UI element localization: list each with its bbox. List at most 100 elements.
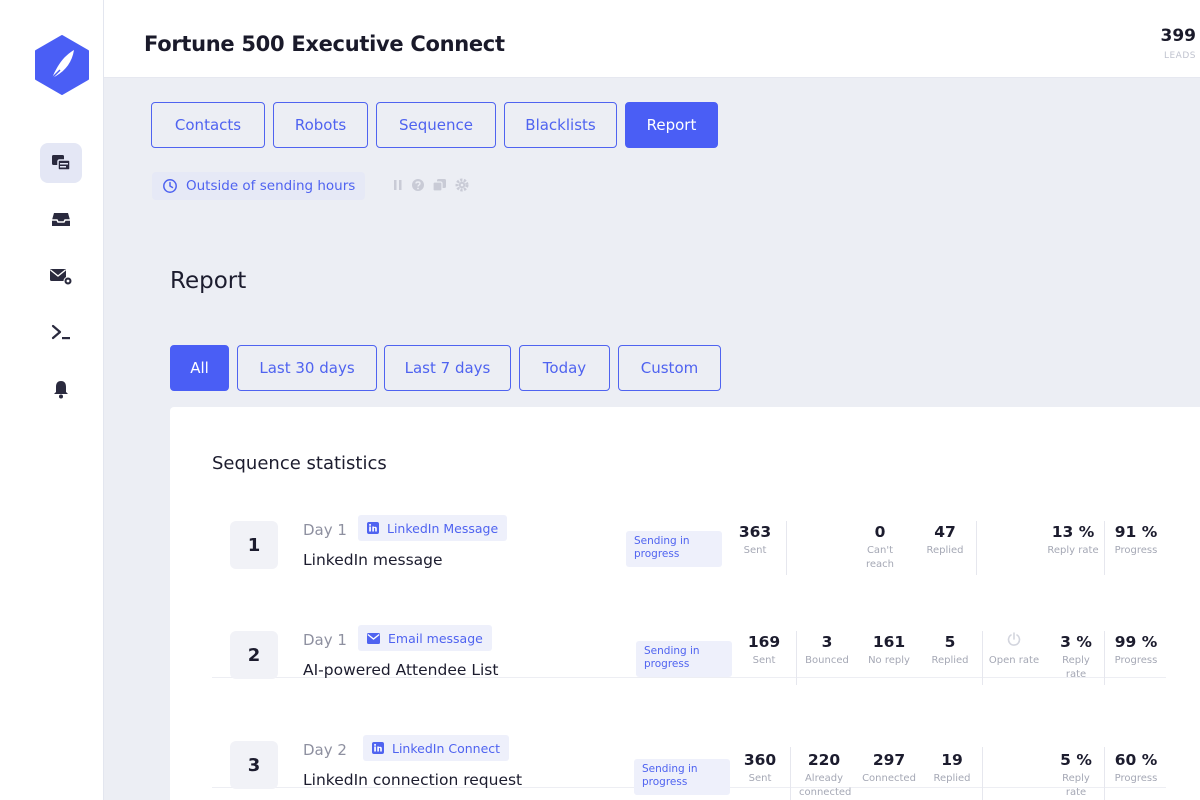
pause-icon[interactable] bbox=[392, 178, 404, 192]
filter-last-7-days[interactable]: Last 7 days bbox=[384, 345, 511, 391]
channel-label: LinkedIn Message bbox=[387, 520, 499, 536]
sequence-statistics-card: Sequence statistics 1 Day 1 LinkedIn Mes… bbox=[170, 407, 1200, 800]
filter-last-30-days[interactable]: Last 30 days bbox=[237, 345, 377, 391]
filter-custom[interactable]: Custom bbox=[618, 345, 721, 391]
stat-progress-value: 99 % bbox=[1114, 633, 1158, 651]
sidebar-item-terminal[interactable] bbox=[40, 312, 82, 352]
stat-sent: 363 Sent bbox=[726, 523, 784, 558]
linkedin-icon bbox=[367, 522, 379, 534]
stat-divider bbox=[1104, 747, 1105, 800]
logo-hexagon-icon bbox=[35, 35, 89, 95]
stat-reply-rate-value: 13 % bbox=[1051, 523, 1095, 541]
stat-divider bbox=[790, 747, 791, 800]
stat-progress-value: 60 % bbox=[1114, 751, 1158, 769]
stat-replied-label: Replied bbox=[931, 655, 969, 666]
stat-sent: 360 Sent bbox=[734, 751, 786, 786]
step-day: Day 2 bbox=[303, 741, 347, 759]
stat-sent: 169 Sent bbox=[738, 633, 790, 668]
tab-robots[interactable]: Robots bbox=[273, 102, 368, 148]
duplicate-icon[interactable] bbox=[432, 178, 448, 192]
status-badge: Sending in progress bbox=[636, 641, 732, 677]
tab-blacklists[interactable]: Blacklists bbox=[504, 102, 617, 148]
stat-divider bbox=[982, 631, 983, 685]
step-day: Day 1 bbox=[303, 521, 347, 539]
stat-replied-value: 5 bbox=[944, 633, 956, 651]
terminal-icon bbox=[51, 324, 70, 340]
stat-connected-label: Connected bbox=[862, 773, 916, 784]
app-logo[interactable] bbox=[34, 34, 90, 96]
filter-today[interactable]: Today bbox=[519, 345, 610, 391]
stat-bounced: 3 Bounced bbox=[800, 633, 854, 668]
leads-label: LEADS bbox=[1163, 51, 1196, 61]
stat-cant-reach-value: 0 bbox=[874, 523, 886, 541]
sending-status-text: Outside of sending hours bbox=[186, 178, 356, 194]
stat-bounced-value: 3 bbox=[821, 633, 833, 651]
stat-replied-label: Replied bbox=[933, 773, 971, 784]
power-icon bbox=[1007, 632, 1021, 646]
sequence-step-row[interactable]: 3 Day 2 LinkedIn Connect LinkedIn connec… bbox=[212, 727, 1166, 800]
stat-progress: 91 % Progress bbox=[1108, 523, 1164, 558]
stat-reply-rate: 3 % Reply rate bbox=[1050, 633, 1102, 682]
stat-cant-reach-label: Can't reach bbox=[865, 545, 894, 570]
tab-sequence[interactable]: Sequence bbox=[376, 102, 496, 148]
sidebar-item-notifications[interactable] bbox=[40, 369, 82, 409]
inbox-icon bbox=[52, 213, 70, 226]
stat-reply-rate: 13 % Reply rate bbox=[1044, 523, 1102, 558]
campaign-title: Fortune 500 Executive Connect bbox=[144, 32, 505, 56]
channel-badge: LinkedIn Message bbox=[358, 515, 508, 541]
sidebar-item-inbox[interactable] bbox=[40, 199, 82, 239]
stat-connected: 297 Connected bbox=[858, 751, 920, 786]
stat-reply-rate-label: Reply rate bbox=[1062, 655, 1090, 680]
stat-progress-label: Progress bbox=[1114, 545, 1158, 556]
leads-count: 399 bbox=[1160, 26, 1197, 46]
header-bar: Fortune 500 Executive Connect 399 LEADS bbox=[104, 0, 1200, 78]
stat-progress: 60 % Progress bbox=[1108, 751, 1164, 786]
step-number: 2 bbox=[230, 631, 278, 679]
sequence-step-row[interactable]: 1 Day 1 LinkedIn Message LinkedIn messag… bbox=[212, 507, 1166, 617]
stat-progress-value: 91 % bbox=[1114, 523, 1158, 541]
stat-connected-value: 297 bbox=[872, 751, 906, 769]
gear-icon[interactable] bbox=[455, 178, 469, 192]
stat-divider bbox=[786, 521, 787, 575]
step-title: LinkedIn connection request bbox=[303, 771, 523, 789]
clock-icon bbox=[163, 179, 177, 193]
stat-no-reply: 161 No reply bbox=[860, 633, 918, 668]
step-day: Day 1 bbox=[303, 631, 347, 649]
stat-divider bbox=[976, 521, 977, 575]
main-content: Contacts Robots Sequence Blacklists Repo… bbox=[104, 78, 1200, 800]
sending-status-badge: Outside of sending hours bbox=[152, 172, 366, 200]
campaign-controls bbox=[392, 178, 469, 192]
stat-replied-label: Replied bbox=[926, 545, 964, 556]
filter-all[interactable]: All bbox=[170, 345, 229, 391]
stat-open-rate-label: Open rate bbox=[988, 655, 1040, 666]
stat-sent-value: 363 bbox=[738, 523, 772, 541]
stat-sent-value: 169 bbox=[747, 633, 781, 651]
sidebar-item-campaigns[interactable] bbox=[40, 143, 82, 183]
stat-bounced-label: Bounced bbox=[805, 655, 849, 666]
stat-reply-rate: 5 % Reply rate bbox=[1050, 751, 1102, 800]
tab-contacts[interactable]: Contacts bbox=[151, 102, 265, 148]
channel-badge: LinkedIn Connect bbox=[363, 735, 510, 761]
stat-open-rate: Open rate bbox=[984, 631, 1044, 668]
help-icon[interactable] bbox=[411, 178, 425, 192]
sequence-step-row[interactable]: 2 Day 1 Email message AI-powered Attende… bbox=[212, 617, 1166, 727]
sequence-statistics-title: Sequence statistics bbox=[212, 453, 387, 474]
step-number: 3 bbox=[230, 741, 278, 789]
stat-already-connected-value: 220 bbox=[807, 751, 841, 769]
stat-replied: 5 Replied bbox=[924, 633, 976, 668]
tab-report[interactable]: Report bbox=[625, 102, 718, 148]
stat-reply-rate-value: 3 % bbox=[1060, 633, 1092, 651]
stat-divider bbox=[1104, 631, 1105, 685]
stat-no-reply-label: No reply bbox=[868, 655, 910, 666]
stat-sent-label: Sent bbox=[752, 655, 776, 666]
campaigns-icon bbox=[52, 155, 71, 171]
stat-divider bbox=[796, 631, 797, 685]
step-title: LinkedIn message bbox=[303, 551, 443, 569]
stat-reply-rate-value: 5 % bbox=[1060, 751, 1092, 769]
channel-badge: Email message bbox=[358, 625, 492, 651]
bell-icon bbox=[54, 381, 68, 399]
channel-label: Email message bbox=[388, 630, 483, 646]
email-settings-icon bbox=[50, 269, 73, 286]
sidebar-item-email-settings[interactable] bbox=[40, 256, 82, 296]
sidebar bbox=[6, 0, 104, 800]
